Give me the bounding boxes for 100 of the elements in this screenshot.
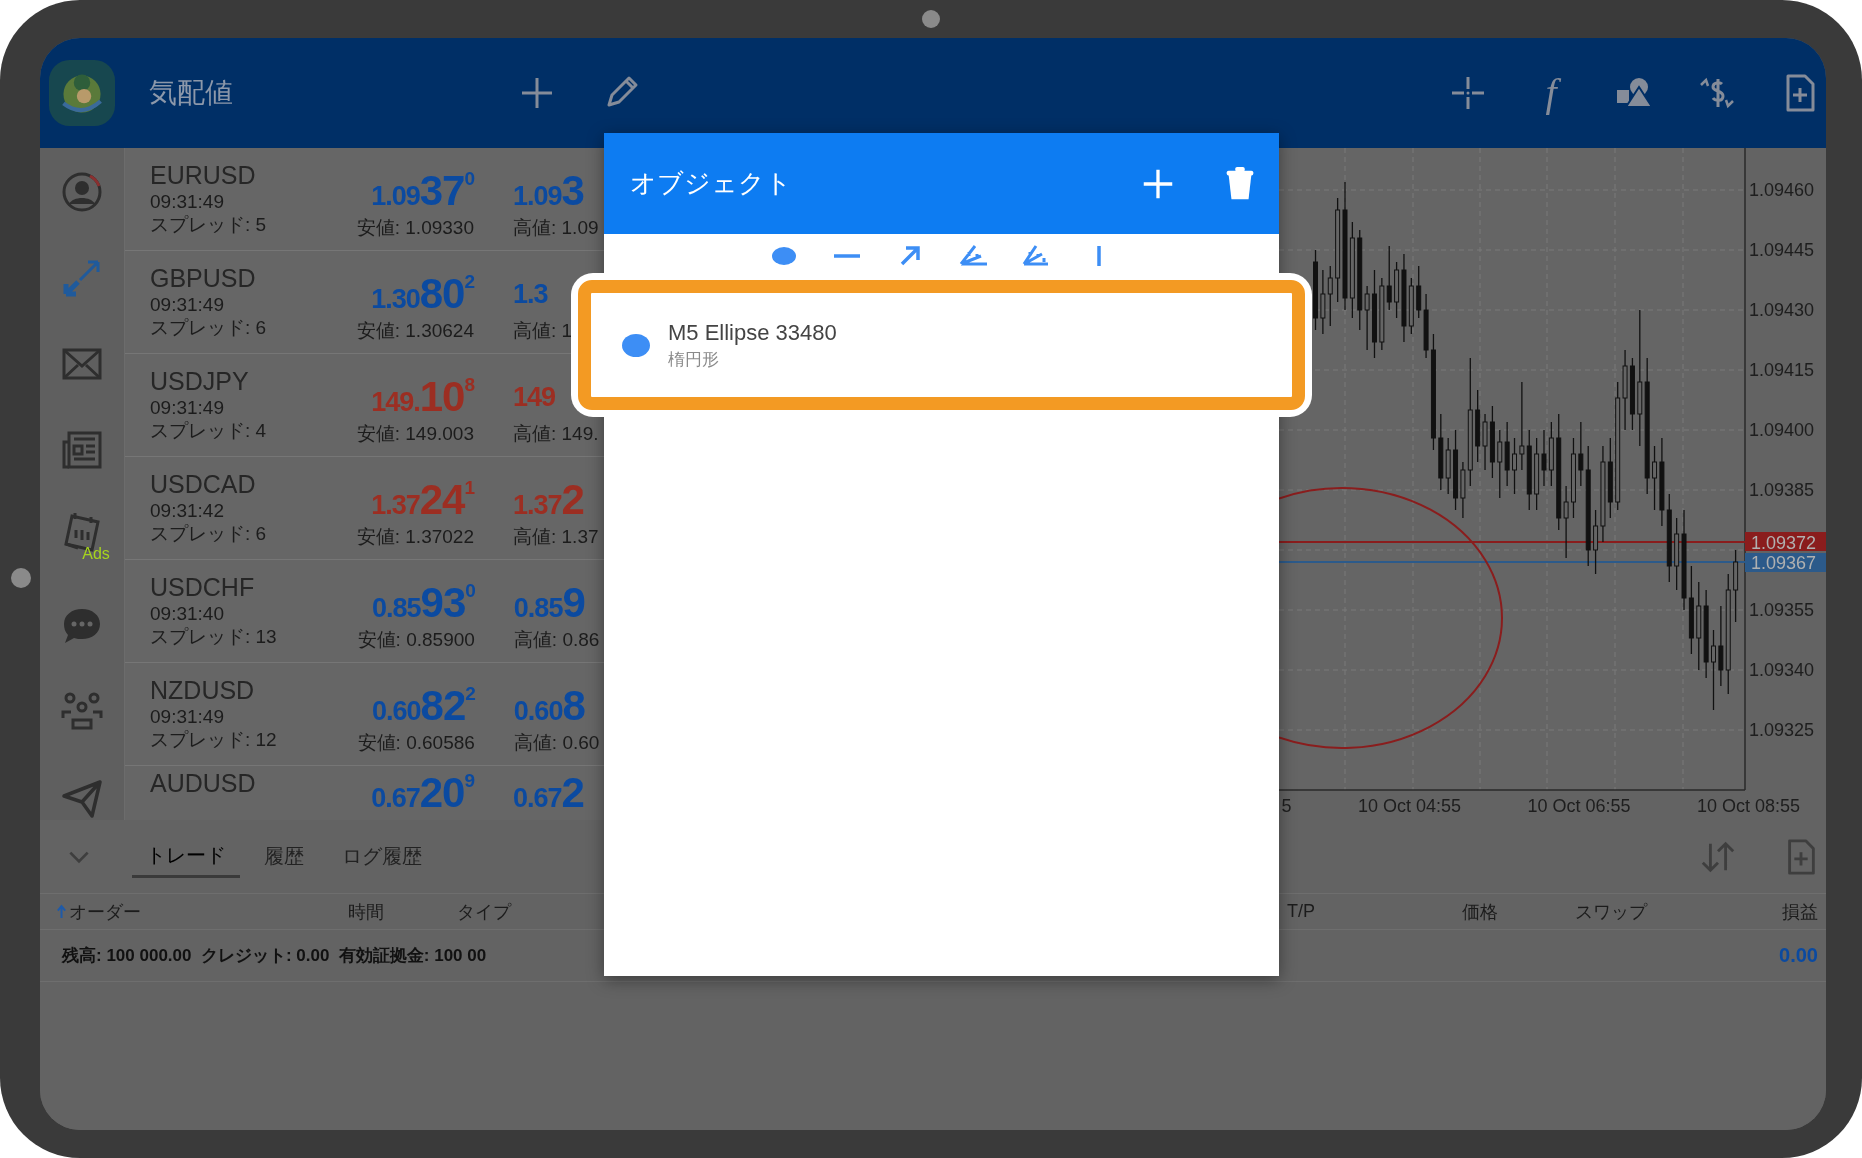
candlestick: [1519, 381, 1525, 471]
ref-line-label: 1.09372: [1751, 533, 1817, 553]
candlestick: [1718, 605, 1724, 687]
symbol-name: AUDUSD: [150, 768, 257, 798]
symbol-name: GBPUSD: [150, 263, 257, 293]
symbol-name: NZDUSD: [150, 675, 256, 705]
bid-price: 1.3080$^{2}$: [371, 269, 474, 319]
object-name: M5 Ellipse 33480: [668, 319, 837, 347]
high-price: 高値: 149.: [513, 422, 599, 445]
time-axis-label: 5: [1281, 796, 1292, 816]
quote-time: 09:31:49: [150, 705, 225, 728]
candlestick: [1512, 437, 1518, 495]
candlestick: [1541, 429, 1547, 487]
ellipse-outline[interactable]: [1279, 487, 1503, 749]
price-tag: 1.09372: [1745, 532, 1826, 553]
candlestick: [1482, 413, 1488, 471]
candlestick: [1320, 269, 1326, 335]
account-icon[interactable]: [60, 170, 104, 214]
column-header[interactable]: スワップ: [1575, 899, 1647, 924]
screen-title: 気配値: [149, 76, 233, 110]
spread-label: スプレッド: 6: [150, 316, 268, 339]
high-price: 高値: 1: [513, 319, 573, 342]
quote-time: 09:31:49: [150, 396, 225, 419]
symbol-name: EURUSD: [150, 160, 257, 190]
panel-tab[interactable]: 履歴: [250, 837, 318, 876]
low-price: 安値: 0.85900: [357, 628, 475, 651]
low-price: 安値: 1.30624: [356, 319, 474, 342]
candlestick: [1386, 245, 1392, 311]
panel-tab[interactable]: トレード: [132, 835, 240, 878]
balance-summary: 残高: 100 000.00 クレジット: 0.00 有効証拠金: 100 00: [62, 945, 487, 967]
price-axis-label: 1.09325: [1749, 720, 1815, 740]
high-price: 高値: 1.37: [513, 525, 599, 548]
time-axis-label: 10 Oct 08:55: [1696, 796, 1800, 816]
spread-label: スプレッド: 13: [150, 625, 277, 648]
high-price: 高値: 0.60: [513, 731, 600, 754]
spread-label: スプレッド: 6: [150, 522, 268, 545]
ask-price: 1.3: [513, 278, 548, 311]
price-axis-label: 1.09460: [1749, 180, 1815, 200]
ads-label: Ads: [82, 546, 110, 562]
column-header[interactable]: タイプ: [457, 899, 511, 924]
app-logo-icon[interactable]: [49, 60, 115, 126]
candlestick: [1563, 485, 1569, 559]
ask-price: 0.859: [513, 578, 585, 628]
candlestick: [1652, 445, 1658, 511]
column-header[interactable]: 損益: [1782, 899, 1818, 924]
bid-price: 0.6720$^{9}$: [371, 768, 474, 818]
column-header[interactable]: オーダー: [69, 899, 141, 924]
column-header[interactable]: T/P: [1287, 901, 1315, 922]
high-price: 高値: 0.86: [513, 628, 600, 651]
price-axis-label: 1.09355: [1749, 600, 1815, 620]
price-axis-label: 1.09340: [1749, 660, 1815, 680]
bid-price: 1.0937$^{0}$: [371, 166, 474, 216]
column-header[interactable]: 価格: [1462, 899, 1498, 924]
quote-time: 09:31:42: [150, 499, 225, 522]
candlestick: [1578, 421, 1584, 487]
ref-line-label: 1.09367: [1751, 553, 1817, 573]
price-axis-label: 1.09430: [1749, 300, 1815, 320]
panel-tab[interactable]: ログ履歴: [328, 837, 436, 876]
high-price: 高値: 1.09: [513, 216, 599, 239]
candlestick: [1364, 285, 1370, 351]
bid-price: 0.6082$^{2}$: [372, 681, 475, 731]
price-axis-label: 1.09415: [1749, 360, 1815, 380]
ask-price: 0.672: [513, 768, 584, 818]
low-price: 安値: 1.37022: [356, 525, 474, 548]
candlestick: [1497, 429, 1503, 499]
camera-dot: [922, 10, 940, 28]
object-type: 楕円形: [668, 349, 720, 371]
bid-price: 149.10$^{8}$: [371, 372, 474, 422]
quote-time: 09:31:40: [150, 602, 225, 625]
symbol-name: USDCHF: [150, 572, 256, 602]
candlestick: [1593, 509, 1599, 575]
price-axis-label: 1.09445: [1749, 240, 1815, 260]
spread-label: スプレッド: 4: [150, 419, 268, 442]
bid-price: 1.3724$^{1}$: [371, 475, 474, 525]
quote-time: 09:31:49: [150, 190, 225, 213]
candlestick: [1416, 265, 1422, 319]
low-price: 安値: 1.09330: [356, 216, 474, 239]
time-axis-label: 10 Oct 06:55: [1527, 796, 1631, 816]
ask-price: 1.093: [513, 166, 584, 216]
candlestick: [1327, 265, 1333, 327]
time-axis-label: 10 Oct 04:55: [1357, 796, 1461, 816]
price-axis-label: 1.09385: [1749, 480, 1815, 500]
column-header[interactable]: 時間: [348, 899, 384, 924]
low-price: 安値: 149.003: [356, 422, 474, 445]
function-button[interactable]: f: [1531, 73, 1571, 113]
ask-price: 1.372: [513, 475, 584, 525]
low-price: 安値: 0.60586: [357, 731, 475, 754]
profit-total: 0.00: [1779, 944, 1818, 967]
price-tag: 1.09367: [1745, 553, 1826, 573]
bid-price: 0.8593$^{0}$: [372, 578, 475, 628]
ask-price: 149: [513, 381, 556, 414]
symbol-name: USDCAD: [150, 469, 257, 499]
spread-label: スプレッド: 12: [150, 728, 277, 751]
price-axis-label: 1.09400: [1749, 420, 1815, 440]
spread-label: スプレッド: 5: [150, 213, 268, 236]
quote-time: 09:31:49: [150, 293, 225, 316]
ask-price: 0.608: [513, 681, 585, 731]
dialog-title: オブジェクト: [630, 167, 793, 200]
symbol-name: USDJPY: [150, 366, 250, 396]
object-list-item[interactable]: M5 Ellipse 33480 楕円形: [571, 273, 1312, 417]
